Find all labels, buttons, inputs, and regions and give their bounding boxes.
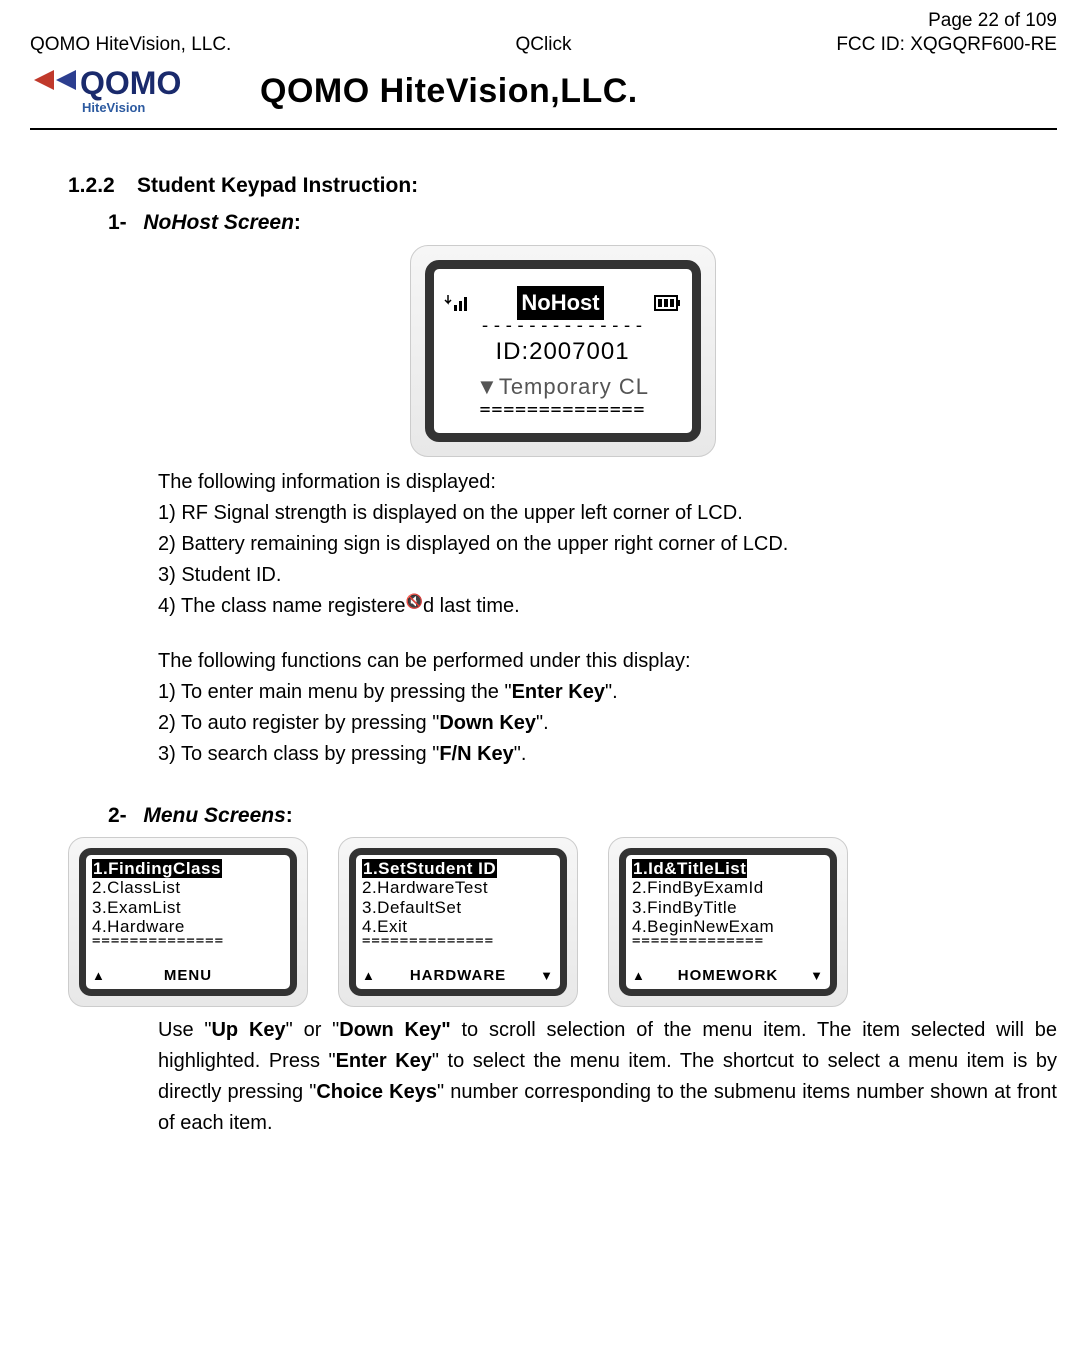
item1-colon: : [294, 211, 301, 234]
functions-block: The following functions can be performed… [68, 646, 1057, 770]
company-name: QOMO HiteVision, LLC. [30, 34, 372, 56]
svg-text:QOMO: QOMO [80, 65, 181, 101]
menu3-item2: 2.FindByExamId [632, 878, 824, 898]
arrow-down-icon: ▼ [540, 969, 554, 984]
info-line-3: 3) Student ID. [158, 560, 1057, 591]
fcc-id: FCC ID: XQGQRF600-RE [715, 34, 1057, 56]
menu2-item2: 2.HardwareTest [362, 878, 554, 898]
arrow-down-icon: ▼ [810, 969, 824, 984]
func-intro: The following functions can be performed… [158, 646, 1057, 677]
section-heading: 1.2.2 Student Keypad Instruction: [68, 170, 1057, 203]
item2-colon: : [286, 804, 293, 827]
item2-heading: 2- Menu Screens: [68, 800, 1057, 833]
info-line-2: 2) Battery remaining sign is displayed o… [158, 529, 1057, 560]
menu-screen-1: 1.FindingClass 2.ClassList 3.ExamList 4.… [68, 837, 308, 1007]
item1-title: NoHost Screen [143, 211, 294, 234]
enter-key-label-2: Enter Key [336, 1050, 432, 1072]
info-line-4: 4) The class name registere🔇d last time. [158, 591, 1057, 622]
item1-num: 1- [108, 211, 127, 234]
info-intro: The following information is displayed: [158, 467, 1057, 498]
info-displayed-block: The following information is displayed: … [68, 467, 1057, 622]
menu1-item1: 1.FindingClass [92, 859, 222, 878]
menu-screen-2: 1.SetStudent ID 2.HardwareTest 3.Default… [338, 837, 578, 1007]
logo-row: QOMO HiteVision QOMO HiteVision,LLC. [30, 60, 1057, 122]
item1-heading: 1- NoHost Screen: [68, 207, 1057, 240]
arrow-up-icon: ▲ [632, 969, 646, 984]
device-dash-line: -------------- [444, 320, 682, 333]
section-number: 1.2.2 [68, 174, 115, 197]
header-divider [30, 128, 1057, 130]
device-temp-text: Temporary CL [499, 374, 649, 399]
battery-icon [654, 295, 682, 311]
arrow-up-icon: ▲ [362, 969, 376, 984]
device-id-line: ID:2007001 [444, 333, 682, 370]
page-number: Page 22 of 109 [715, 10, 1057, 32]
menu2-footer: HARDWARE [410, 967, 506, 984]
menu2-eq: ============== [362, 937, 554, 947]
func-line-2: 2) To auto register by pressing "Down Ke… [158, 708, 1057, 739]
product-name: QClick [372, 34, 714, 56]
menu3-item1: 1.Id&TitleList [632, 859, 747, 878]
section-title: Student Keypad Instruction: [137, 174, 418, 197]
menu1-footer: MENU [164, 967, 212, 984]
menu1-item3: 3.ExamList [92, 898, 284, 918]
menu-description-paragraph: Use "Up Key" or "Down Key" to scroll sel… [68, 1015, 1057, 1139]
signal-icon [444, 293, 468, 313]
menu3-item3: 3.FindByTitle [632, 898, 824, 918]
menu3-footer: HOMEWORK [678, 967, 779, 984]
item2-title: Menu Screens [143, 804, 285, 827]
item2-num: 2- [108, 804, 127, 827]
menu1-item2: 2.ClassList [92, 878, 284, 898]
nohost-device-figure: NoHost -------------- ID:200 [68, 245, 1057, 457]
down-key-label: Down Key [439, 712, 536, 734]
logo-title: QOMO HiteVision,LLC. [260, 72, 638, 111]
enter-key-label: Enter Key [512, 681, 605, 703]
menu-screen-3: 1.Id&TitleList 2.FindByExamId 3.FindByTi… [608, 837, 848, 1007]
device-down-arrow-icon: ▼ [476, 374, 499, 399]
up-key-label: Up Key [211, 1019, 285, 1041]
menu2-item3: 3.DefaultSet [362, 898, 554, 918]
fn-key-label: F/N Key [439, 743, 513, 765]
info-line-1: 1) RF Signal strength is displayed on th… [158, 498, 1057, 529]
menu2-item1: 1.SetStudent ID [362, 859, 497, 878]
down-key-label-2: Down Key" [339, 1019, 450, 1041]
qomo-logo: QOMO HiteVision [30, 60, 240, 122]
speaker-icon: 🔇 [406, 593, 423, 609]
menu1-eq: ============== [92, 937, 284, 947]
func-line-1: 1) To enter main menu by pressing the "E… [158, 677, 1057, 708]
device-eq-line: ============== [444, 404, 682, 417]
choice-keys-label: Choice Keys [316, 1081, 437, 1103]
svg-text:HiteVision: HiteVision [82, 100, 145, 115]
menu3-eq: ============== [632, 937, 824, 947]
menu-screens-row: 1.FindingClass 2.ClassList 3.ExamList 4.… [68, 837, 1057, 1007]
arrow-up-icon: ▲ [92, 969, 106, 984]
header-top-row: Page 22 of 109 [30, 10, 1057, 32]
func-line-3: 3) To search class by pressing "F/N Key"… [158, 739, 1057, 770]
header-second-row: QOMO HiteVision, LLC. QClick FCC ID: XQG… [30, 34, 1057, 56]
